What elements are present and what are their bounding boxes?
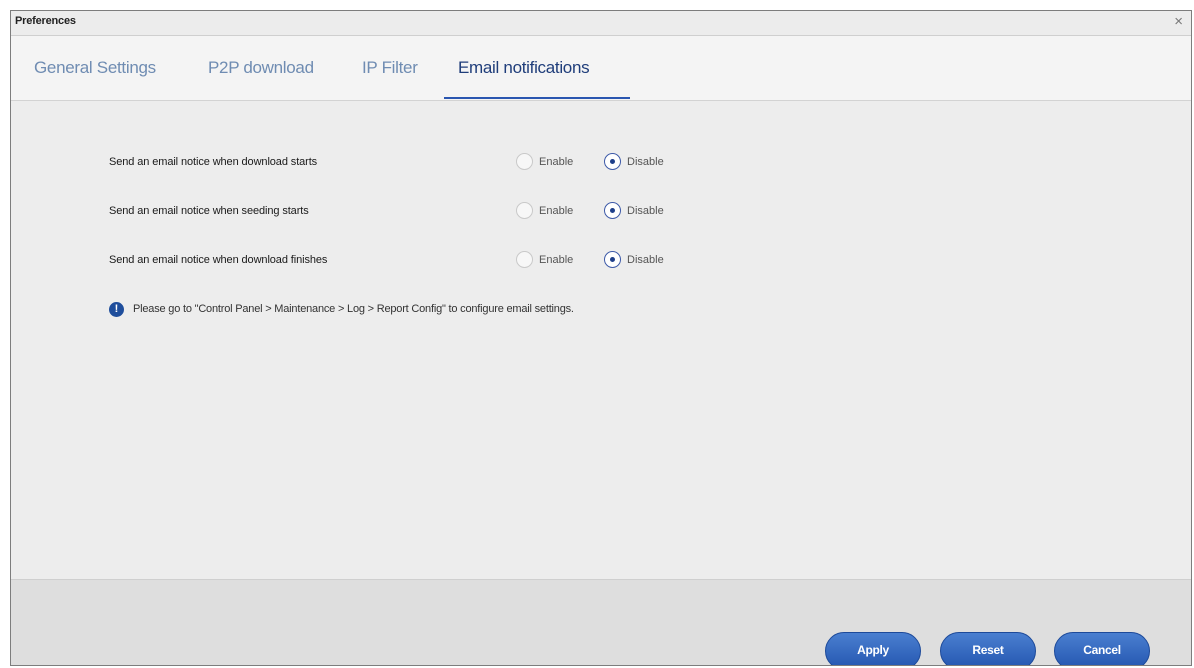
radio-checked-icon	[604, 251, 621, 268]
setting-label: Send an email notice when seeding starts	[109, 205, 309, 217]
disable-label: Disable	[627, 205, 664, 217]
close-icon[interactable]: ×	[1174, 13, 1183, 31]
enable-label: Enable	[539, 156, 574, 168]
enable-label: Enable	[539, 254, 574, 266]
preferences-window: Preferences × General Settings P2P downl…	[10, 10, 1192, 666]
tab-email-notifications[interactable]: Email notifications	[458, 58, 590, 78]
disable-label: Disable	[627, 156, 664, 168]
enable-label: Enable	[539, 205, 574, 217]
cancel-button[interactable]: Cancel	[1054, 632, 1150, 665]
radio-unchecked-icon	[516, 153, 533, 170]
active-tab-indicator	[444, 97, 630, 99]
setting-row-download-finishes: Send an email notice when download finis…	[109, 251, 809, 271]
footer-bar: Apply Reset Cancel	[11, 579, 1191, 665]
setting-label: Send an email notice when download start…	[109, 156, 318, 168]
apply-button[interactable]: Apply	[825, 632, 921, 665]
notice-text: Please go to "Control Panel > Maintenanc…	[133, 303, 574, 315]
tab-general-settings[interactable]: General Settings	[34, 58, 156, 78]
info-icon: !	[109, 302, 124, 317]
tab-p2p-download[interactable]: P2P download	[208, 58, 314, 78]
setting-row-seeding-starts: Send an email notice when seeding starts…	[109, 202, 809, 222]
tab-ip-filter[interactable]: IP Filter	[362, 58, 418, 78]
disable-label: Disable	[627, 254, 664, 266]
tab-bar: General Settings P2P download IP Filter …	[11, 36, 1191, 101]
window-title: Preferences	[15, 15, 76, 27]
radio-unchecked-icon	[516, 202, 533, 219]
title-bar: Preferences ×	[11, 11, 1191, 36]
setting-label: Send an email notice when download finis…	[109, 254, 328, 266]
radio-unchecked-icon	[516, 251, 533, 268]
radio-checked-icon	[604, 202, 621, 219]
radio-checked-icon	[604, 153, 621, 170]
setting-row-download-starts: Send an email notice when download start…	[109, 153, 809, 173]
email-notifications-panel: Send an email notice when download start…	[11, 101, 1191, 579]
reset-button[interactable]: Reset	[940, 632, 1036, 665]
